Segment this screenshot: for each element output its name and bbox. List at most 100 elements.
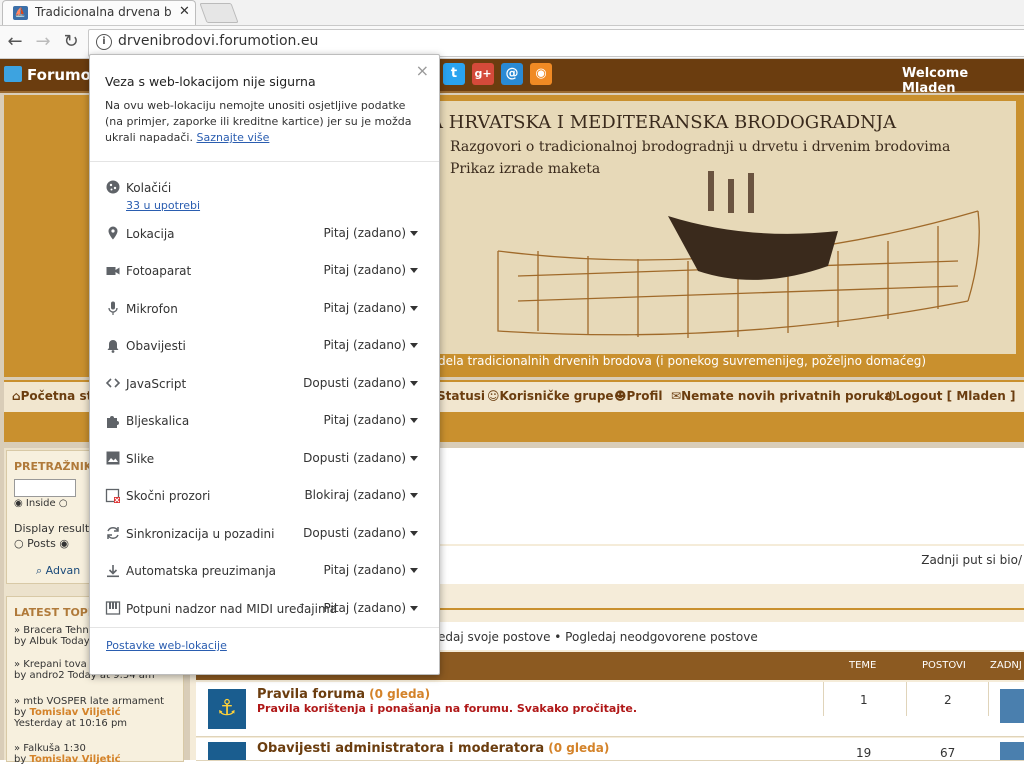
last-post-thumbnail-icon[interactable] — [1000, 689, 1024, 723]
permission-select[interactable]: Pitaj (zadano) — [324, 338, 418, 352]
nav-messages[interactable]: ✉Nemate novih privatnih poruka — [671, 389, 892, 403]
col-topics: TEME — [849, 660, 877, 671]
permission-label: Automatska preuzimanja — [126, 564, 277, 578]
permission-select[interactable]: Pitaj (zadano) — [324, 601, 418, 615]
forward-arrow-icon[interactable]: → — [32, 31, 54, 53]
permission-label: Potpuni nadzor nad MIDI uređajima — [126, 602, 338, 616]
forum-name[interactable]: Obavijesti administratora i moderatora — [257, 741, 544, 756]
topic-title[interactable]: » Falkuša 1:30 — [14, 743, 121, 754]
forum-banner[interactable]: A HRVATSKA I MEDITERANSKA BRODOGRADNJA R… — [430, 101, 1016, 371]
popup-close-icon[interactable]: × — [416, 61, 429, 80]
permission-label: Sinkronizacija u pozadini — [126, 527, 275, 541]
advanced-search-link[interactable]: ⌕ Advan — [36, 564, 80, 578]
radio-empty-icon: ○ — [14, 537, 28, 550]
site-settings-link[interactable]: Postavke web-lokacije — [106, 639, 227, 652]
permission-label: JavaScript — [126, 377, 187, 391]
permission-select[interactable]: Blokiraj (zadano) — [304, 488, 418, 502]
site-info-icon[interactable]: i — [96, 34, 112, 50]
search-input[interactable] — [14, 479, 76, 497]
forum-row: ⚓ Pravila foruma (0 gleda) Pravila koriš… — [196, 682, 1024, 737]
bell-icon — [107, 340, 119, 353]
nav-home[interactable]: ⌂Početna st — [12, 389, 92, 403]
reload-icon[interactable]: ↻ — [60, 31, 82, 53]
topic-title[interactable]: » mtb VOSPER late armament — [14, 696, 164, 707]
magnifier-icon: ⌕ — [36, 564, 46, 577]
search-inside-option[interactable]: ◉ Inside ○ — [14, 498, 68, 509]
cookies-link[interactable]: 33 u upotrebi — [126, 199, 200, 212]
topic-user[interactable]: Tomislav Viljetić — [29, 707, 120, 718]
topic-meta: by Albuk Today — [14, 636, 90, 647]
learn-more-link[interactable]: Saznajte više — [196, 131, 269, 144]
permission-select[interactable]: Pitaj (zadano) — [324, 301, 418, 315]
tab-close-icon[interactable]: ✕ — [179, 4, 190, 19]
rss-icon[interactable]: ◉ — [530, 63, 552, 85]
nav-logout[interactable]: ⏻Logout [ Mladen ] — [886, 389, 1015, 404]
last-visit-text: Zadnji put si bio/ — [921, 553, 1022, 567]
col-last: ZADNJ — [990, 660, 1022, 671]
permission-select[interactable]: Dopusti (zadano) — [303, 451, 418, 465]
nav-statusi[interactable]: Statusi — [437, 389, 485, 403]
anchor-icon[interactable]: ⚓ — [208, 689, 246, 729]
permission-select[interactable]: Dopusti (zadano) — [303, 526, 418, 540]
nav-groups-label: Korisničke grupe — [499, 389, 614, 403]
advanced-label: Advan — [45, 564, 81, 577]
nav-logout-label: Logout [ Mladen ] — [895, 389, 1016, 403]
forum-topics-count: 1 — [860, 693, 868, 707]
forum-icon[interactable] — [208, 742, 246, 760]
email-at-icon[interactable]: @ — [501, 63, 523, 85]
latest-topic-item[interactable]: » Bracera Tehn by Albuk Today — [14, 625, 90, 647]
sync-icon — [107, 527, 119, 539]
permission-select[interactable]: Pitaj (zadano) — [324, 413, 418, 427]
envelope-icon: ✉ — [671, 389, 682, 403]
topic-title[interactable]: » Bracera Tehn — [14, 625, 90, 636]
display-posts-option[interactable]: ○ Posts ◉ — [14, 537, 69, 550]
google-plus-icon[interactable]: g+ — [472, 63, 494, 85]
new-tab-button[interactable] — [199, 3, 239, 23]
forum-name[interactable]: Pravila foruma — [257, 687, 365, 702]
forum-title-line[interactable]: Pravila foruma (0 gleda) — [257, 687, 430, 702]
banner-title: A HRVATSKA I MEDITERANSKA BRODOGRADNJA — [430, 112, 897, 133]
cookies-label: Kolačići — [126, 181, 172, 195]
banner-line-1: Razgovori o tradicionalnoj brodogradnji … — [450, 139, 951, 155]
forumotion-logo-icon[interactable] — [4, 66, 22, 82]
banner-line-2: Prikaz izrade maketa — [450, 161, 601, 177]
permission-select[interactable]: Pitaj (zadano) — [324, 563, 418, 577]
nav-home-label: Početna st — [20, 389, 93, 403]
forum-topics-count: 19 — [856, 746, 872, 760]
url-text[interactable]: drvenibrodovi.forumotion.eu — [118, 33, 318, 49]
topic-meta: by Tomislav Viljetić — [14, 707, 164, 718]
permission-select[interactable]: Pitaj (zadano) — [324, 226, 418, 240]
last-post-thumbnail-icon[interactable] — [1000, 742, 1024, 760]
back-arrow-icon[interactable]: ← — [4, 31, 26, 53]
links-bar: edaj svoje postove • Pogledaj neodgovore… — [438, 622, 1024, 650]
permission-label: Obavijesti — [126, 339, 186, 353]
own-posts-links[interactable]: edaj svoje postove • Pogledaj neodgovore… — [438, 630, 758, 644]
permission-select[interactable]: Dopusti (zadano) — [303, 376, 418, 390]
latest-topic-item[interactable]: » Falkuša 1:30 by Tomislav Viljetić — [14, 743, 121, 765]
divider — [438, 608, 1024, 610]
banner-subtitle: dela tradicionalnih drvenih brodova (i p… — [438, 354, 1024, 374]
col-posts: POSTOVI — [922, 660, 966, 671]
home-icon: ⌂ — [12, 389, 21, 403]
latest-topic-item[interactable]: » mtb VOSPER late armament by Tomislav Vi… — [14, 696, 164, 729]
puzzle-icon — [107, 416, 119, 428]
nav-groups[interactable]: ☺Korisničke grupe — [487, 389, 614, 403]
microphone-icon — [108, 301, 118, 315]
inside-label: Inside — [25, 498, 56, 509]
forum-row: Obavijesti administratora i moderatora (… — [196, 738, 1024, 761]
cookie-icon — [106, 180, 120, 194]
permission-select[interactable]: Pitaj (zadano) — [324, 263, 418, 277]
site-info-popup: × Veza s web-lokacijom nije sigurna Na o… — [89, 54, 440, 675]
browser-tab[interactable]: ⛵ Tradicionalna drvena bro ✕ — [2, 0, 196, 25]
profile-icon: ☻ — [614, 389, 627, 403]
nav-profile[interactable]: ☻Profil — [614, 389, 662, 403]
groups-icon: ☺ — [487, 389, 500, 403]
forum-title-line[interactable]: Obavijesti administratora i moderatora (… — [257, 741, 609, 756]
twitter-icon[interactable]: t — [443, 63, 465, 85]
location-pin-icon — [108, 226, 118, 240]
code-icon — [105, 378, 121, 388]
column-divider — [988, 682, 989, 716]
welcome-text[interactable]: Welcome Mladen — [902, 66, 1024, 96]
camera-icon — [106, 267, 120, 275]
site-favicon-icon: ⛵ — [13, 6, 28, 20]
